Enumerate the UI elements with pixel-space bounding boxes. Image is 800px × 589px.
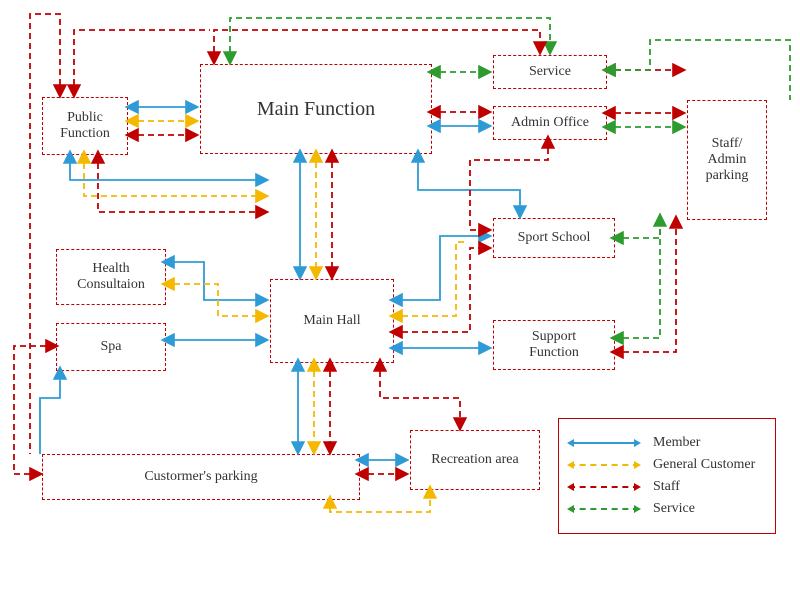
box-admin-office: Admin Office [493, 106, 607, 140]
box-public-function: Public Function [42, 97, 128, 155]
legend-label: Service [653, 501, 695, 517]
legend-row-service: Service [569, 501, 765, 517]
legend-label: Staff [653, 479, 680, 495]
legend: Member General Customer Staff Service [558, 418, 776, 534]
box-main-function: Main Function [200, 64, 432, 154]
double-arrow-icon [569, 442, 639, 444]
legend-row-member: Member [569, 435, 765, 451]
box-support-function: Support Function [493, 320, 615, 370]
double-arrow-icon [569, 508, 639, 510]
box-staff-admin-parking: Staff/ Admin parking [687, 100, 767, 220]
double-arrow-icon [569, 464, 639, 466]
legend-label: General Customer [653, 457, 755, 473]
diagram-canvas: Main Function Public Function Service Ad… [0, 0, 800, 589]
box-service: Service [493, 55, 607, 89]
box-health-consultation: Health Consultaion [56, 249, 166, 305]
legend-label: Member [653, 435, 700, 451]
box-customers-parking: Custormer's parking [42, 454, 360, 500]
double-arrow-icon [569, 486, 639, 488]
legend-row-general-customer: General Customer [569, 457, 765, 473]
box-main-hall: Main Hall [270, 279, 394, 363]
box-recreation-area: Recreation area [410, 430, 540, 490]
legend-row-staff: Staff [569, 479, 765, 495]
box-sport-school: Sport School [493, 218, 615, 258]
box-spa: Spa [56, 323, 166, 371]
